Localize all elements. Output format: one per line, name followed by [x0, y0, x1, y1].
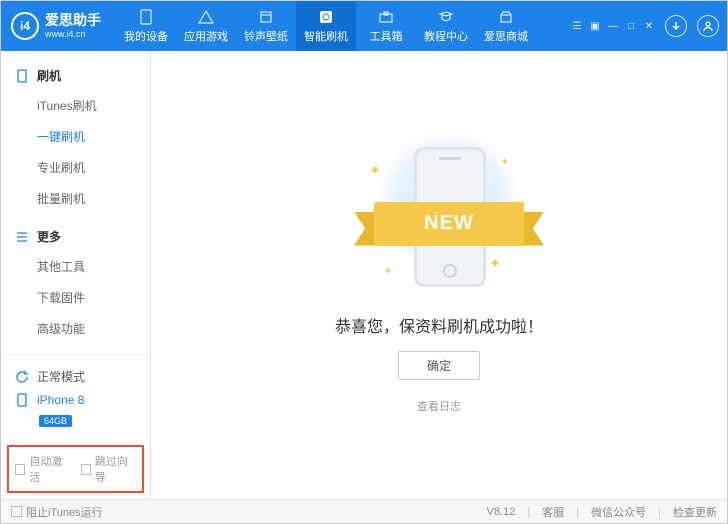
tab-tutorials[interactable]: 教程中心: [416, 1, 476, 51]
footer-link-update[interactable]: 检查更新: [673, 504, 717, 520]
refresh-icon: [13, 370, 31, 384]
sidebar-item-batch-flash[interactable]: 批量刷机: [1, 183, 150, 214]
sidebar-group-more[interactable]: 更多: [1, 222, 150, 251]
menu-icon[interactable]: ☰: [571, 20, 583, 32]
checkbox-block-itunes[interactable]: 阻止iTunes运行: [11, 504, 103, 520]
version-label: V8.12: [487, 506, 516, 518]
maximize-icon[interactable]: □: [625, 20, 637, 32]
checkbox-auto-activate[interactable]: 自动激活: [15, 453, 71, 485]
storage-badge: 64GB: [39, 415, 72, 427]
tab-store[interactable]: 爱思商城: [476, 1, 536, 51]
sidebar-item-oneclick-flash[interactable]: 一键刷机: [1, 121, 150, 152]
main-tabs: 我的设备 应用游戏 铃声壁纸 智能刷机 工具箱 教程中心 爱思商城: [116, 1, 571, 51]
skin-icon[interactable]: ▣: [589, 20, 601, 32]
download-icon[interactable]: [665, 15, 687, 37]
device-phone-icon: [13, 393, 31, 407]
phone-icon: [15, 69, 29, 83]
window-controls: ☰ ▣ — □ ✕: [571, 15, 727, 37]
sidebar-device-status: 正常模式 iPhone 8 64GB: [1, 355, 150, 439]
view-log-link[interactable]: 查看日志: [417, 398, 461, 414]
brand-title: 爱思助手: [45, 13, 101, 28]
list-icon: [15, 232, 29, 242]
footer-link-support[interactable]: 客服: [542, 504, 564, 520]
brand-logo: i4: [11, 12, 39, 40]
tab-toolbox[interactable]: 工具箱: [356, 1, 416, 51]
sidebar-item-advanced[interactable]: 高级功能: [1, 313, 150, 344]
sidebar-item-other-tools[interactable]: 其他工具: [1, 251, 150, 282]
tab-my-device[interactable]: 我的设备: [116, 1, 176, 51]
device-mode: 正常模式: [37, 368, 85, 385]
sidebar-group-flash[interactable]: 刷机: [1, 61, 150, 90]
brand-url: www.i4.cn: [45, 29, 101, 39]
device-model: iPhone 8: [37, 393, 84, 407]
success-message: 恭喜您，保资料刷机成功啦！: [335, 313, 543, 337]
close-icon[interactable]: ✕: [643, 20, 655, 32]
sidebar-item-download-fw[interactable]: 下载固件: [1, 282, 150, 313]
confirm-button[interactable]: 确定: [398, 351, 480, 380]
footer-link-wechat[interactable]: 微信公众号: [591, 504, 646, 520]
user-icon[interactable]: [697, 15, 719, 37]
minimize-icon[interactable]: —: [607, 20, 619, 32]
content-area: NEW ✦✦✦✦ 恭喜您，保资料刷机成功啦！ 确定 查看日志: [151, 51, 727, 499]
brand: i4 爱思助手 www.i4.cn: [1, 12, 116, 40]
sidebar-item-pro-flash[interactable]: 专业刷机: [1, 152, 150, 183]
sidebar-item-itunes-flash[interactable]: iTunes刷机: [1, 90, 150, 121]
tab-apps[interactable]: 应用游戏: [176, 1, 236, 51]
checkbox-skip-guide[interactable]: 跳过向导: [81, 453, 137, 485]
titlebar: i4 爱思助手 www.i4.cn 我的设备 应用游戏 铃声壁纸 智能刷机 工具…: [1, 1, 727, 51]
statusbar: 阻止iTunes运行 V8.12 | 客服 | 微信公众号 | 检查更新: [1, 499, 727, 523]
sidebar-options-highlight: 自动激活 跳过向导: [7, 445, 144, 493]
sidebar: 刷机 iTunes刷机 一键刷机 专业刷机 批量刷机 更多 其他工具 下载固件 …: [1, 51, 151, 499]
success-illustration: NEW ✦✦✦✦: [329, 137, 549, 297]
ribbon-text: NEW: [374, 202, 524, 246]
tab-ringtones[interactable]: 铃声壁纸: [236, 1, 296, 51]
tab-flash[interactable]: 智能刷机: [296, 1, 356, 51]
